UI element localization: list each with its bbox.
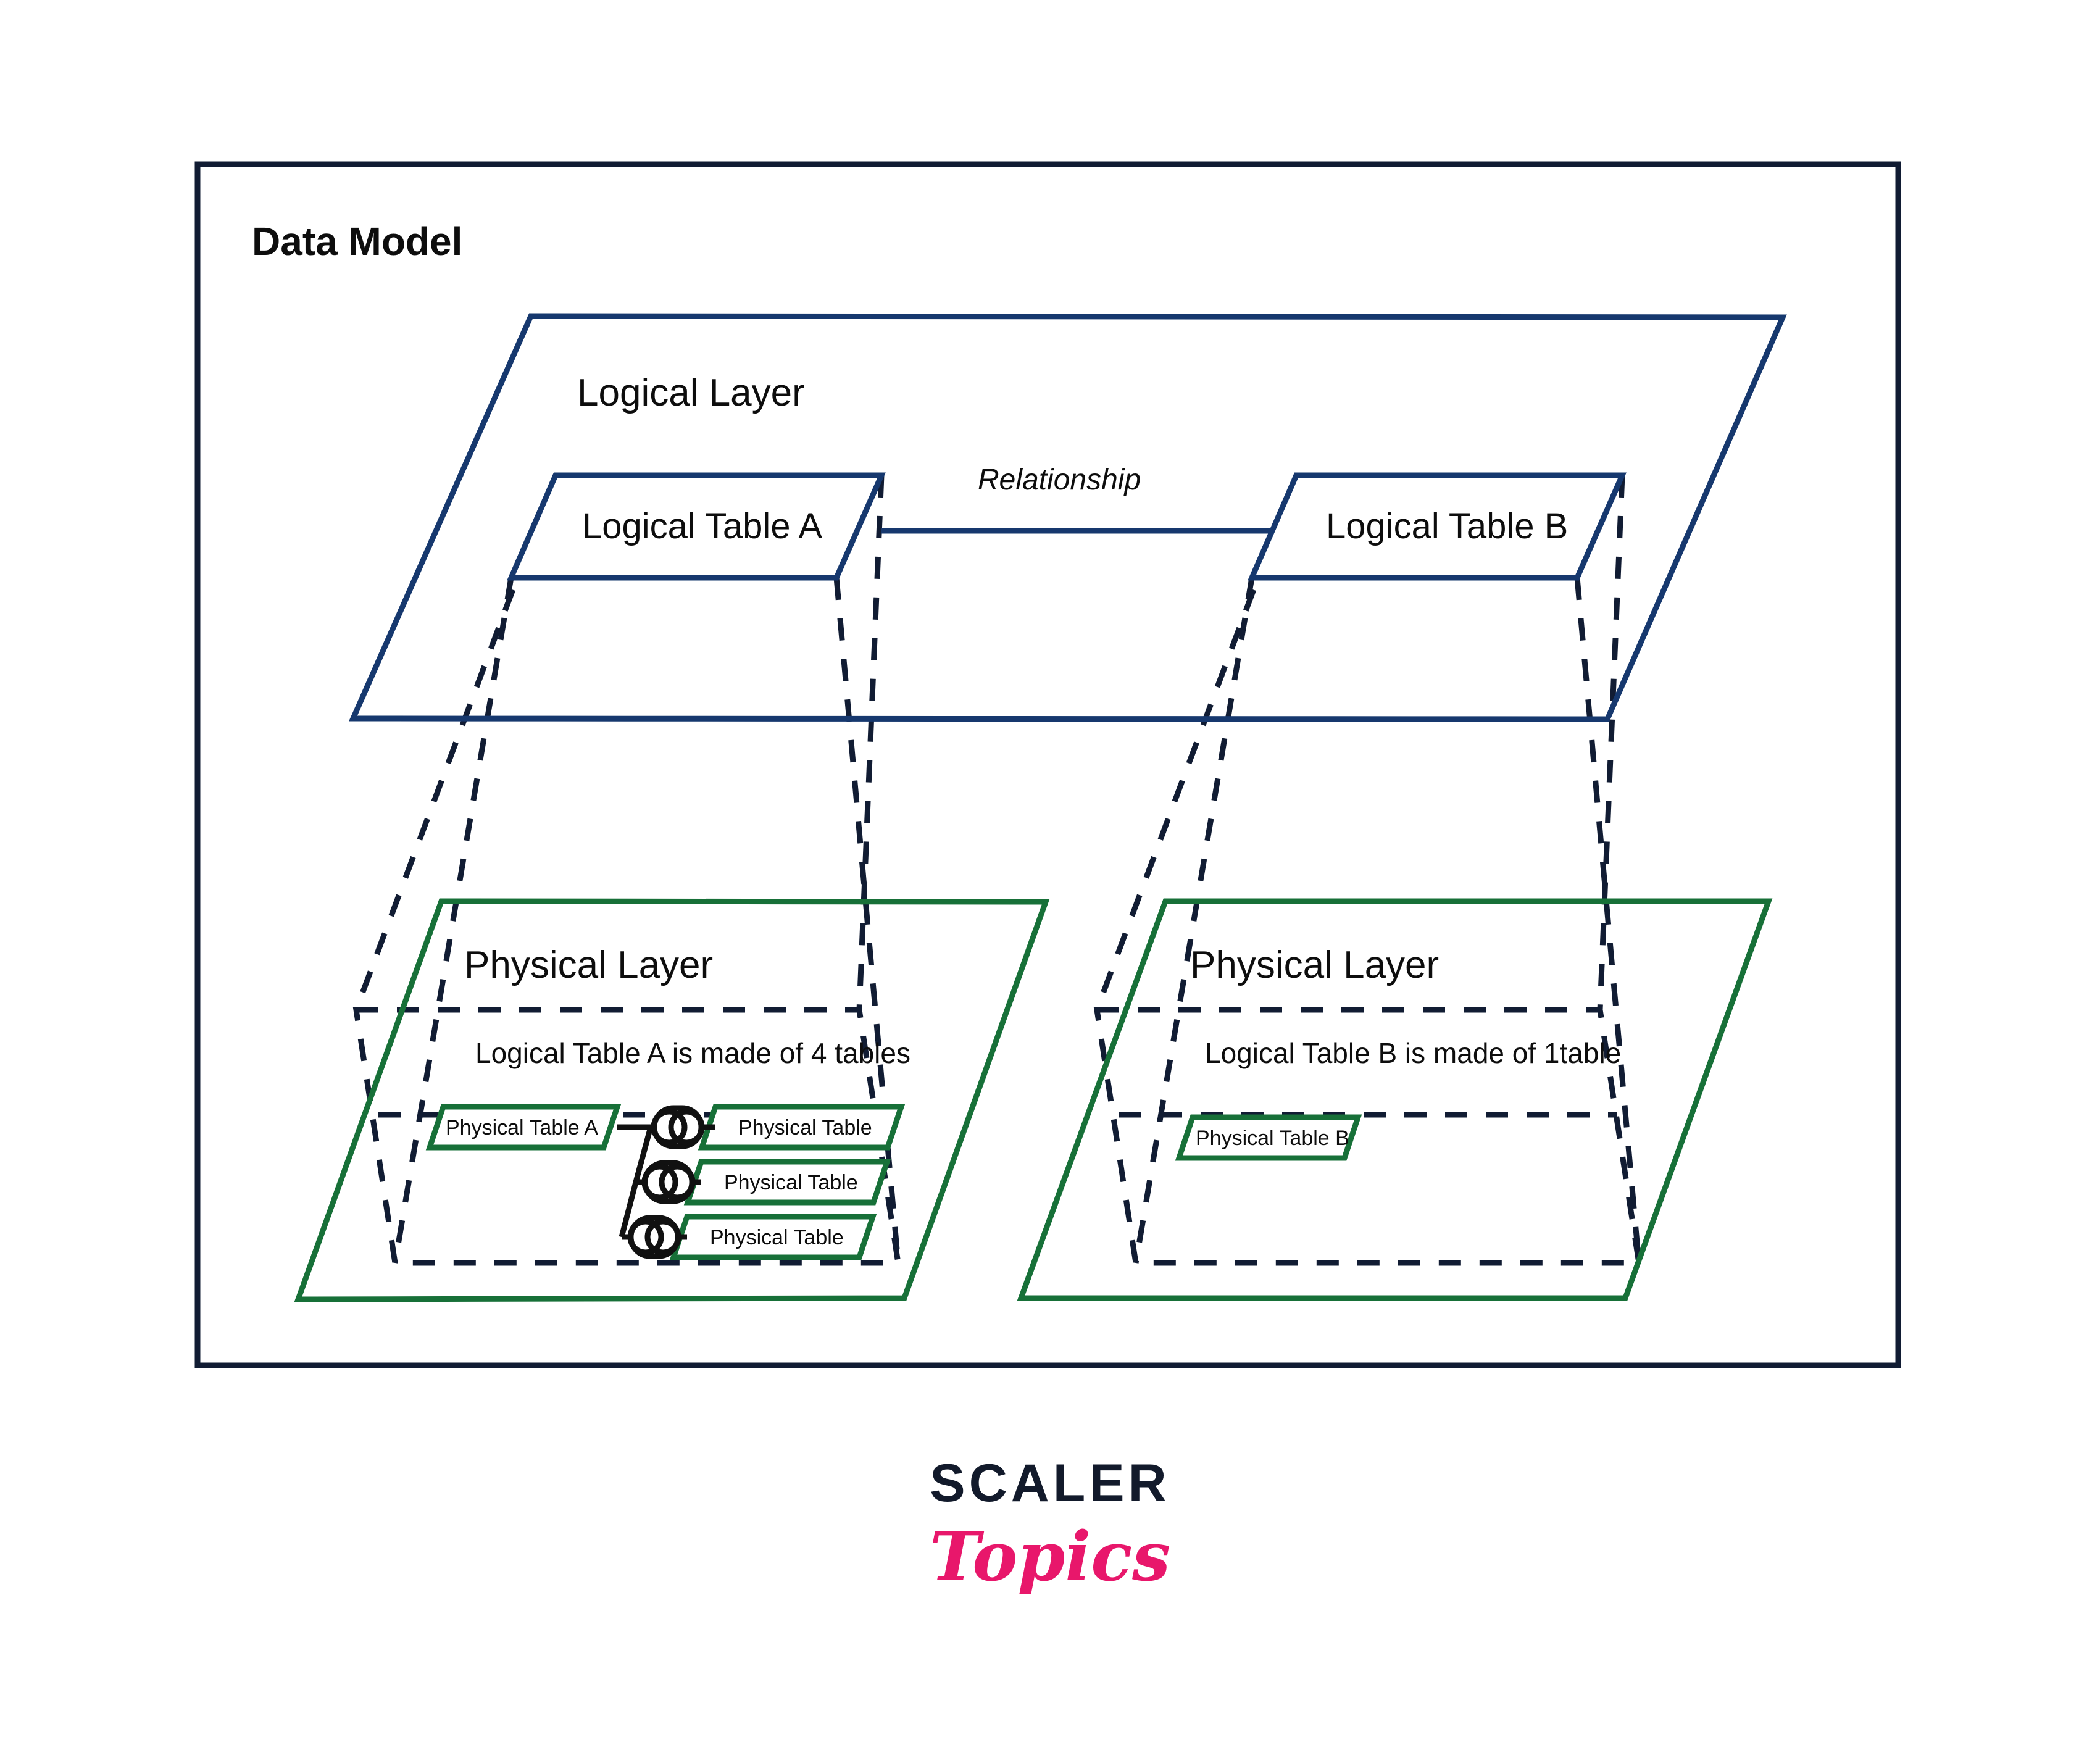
logical-layer-label: Logical Layer — [577, 372, 805, 414]
physical-layer-right-description: Logical Table B is made of 1table — [1205, 1037, 1621, 1069]
topics-logo-text: Topics — [930, 1517, 1170, 1596]
physical-layer-left-label: Physical Layer — [464, 944, 713, 986]
relationship-label: Relationship — [978, 464, 1141, 496]
scaler-logo-text: SCALER — [930, 1454, 1170, 1513]
logical-table-b-label: Logical Table B — [1326, 506, 1568, 546]
venn-join-icon-3 — [627, 1215, 681, 1259]
diagram-canvas: Data Model Logical Layer Logical Table A… — [0, 0, 2100, 1745]
physical-table-label-2: Physical Table — [724, 1171, 858, 1194]
physical-layer-left-description: Logical Table A is made of 4 tables — [475, 1037, 910, 1069]
physical-table-label-1: Physical Table — [738, 1116, 872, 1139]
logical-table-a-label: Logical Table A — [582, 506, 822, 546]
physical-layer-right-label: Physical Layer — [1190, 944, 1439, 986]
physical-table-b-label: Physical Table B — [1196, 1127, 1349, 1150]
venn-join-icon-2 — [641, 1160, 696, 1204]
page-title: Data Model — [252, 219, 462, 264]
physical-table-label-3: Physical Table — [710, 1226, 844, 1249]
venn-join-icon-1 — [651, 1105, 705, 1149]
outer-frame — [194, 161, 1901, 1368]
physical-table-a-label: Physical Table A — [446, 1116, 598, 1139]
data-model-diagram: Data Model Logical Layer Logical Table A… — [194, 161, 1901, 1596]
